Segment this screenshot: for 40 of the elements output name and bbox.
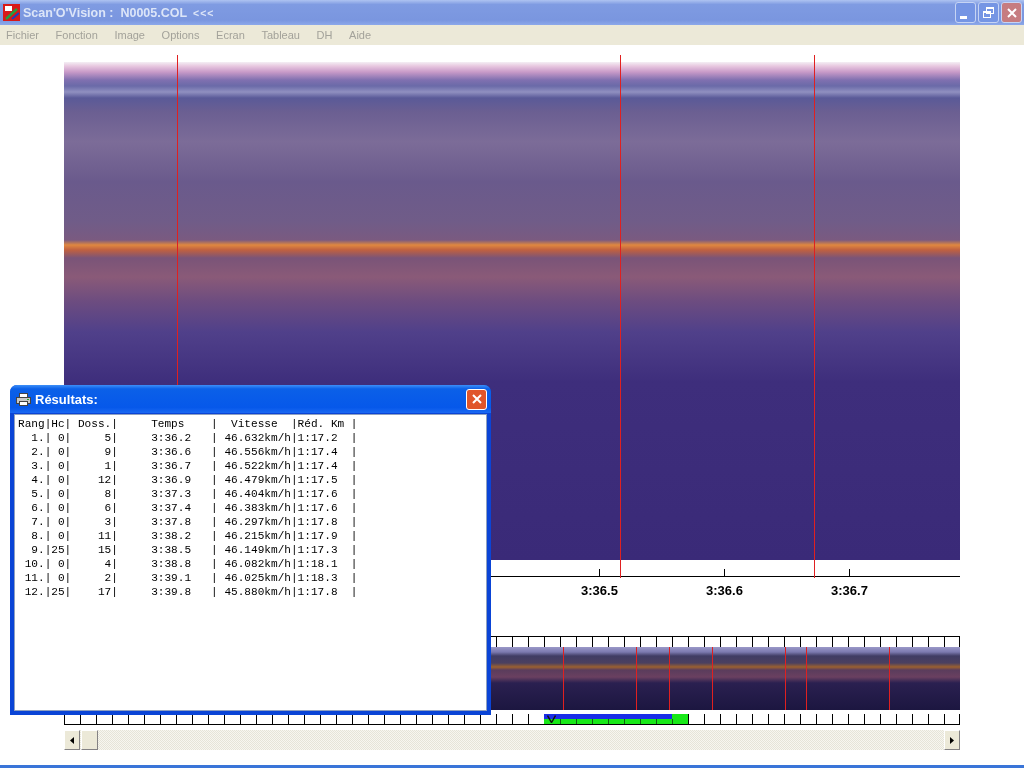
result-line: 12.|25| 17| 3:39.8 | 45.880km/h|1:17.8 | <box>23 585 358 599</box>
time-label: 3:36.6 <box>706 583 743 598</box>
result-line: 3.| 0| 1| 3:36.7 | 46.522km/h|1:17.4 | <box>30 459 358 473</box>
printer-icon <box>16 392 31 406</box>
result-line: 1.| 0| 5| 3:36.2 | 46.632km/h|1:17.2 | <box>30 431 358 445</box>
scroll-right-button[interactable] <box>944 730 960 750</box>
scroll-thumb[interactable] <box>81 730 98 750</box>
close-icon <box>471 394 482 404</box>
marker-line <box>806 647 807 710</box>
result-line: 2.| 0| 9| 3:36.6 | 46.556km/h|1:17.4 | <box>30 445 358 459</box>
restore-icon <box>983 7 994 18</box>
time-label: 3:36.5 <box>581 583 618 598</box>
marker-line <box>785 647 786 710</box>
scroll-left-button[interactable] <box>64 730 80 750</box>
column-header-line: Rang|Hc| Doss.| Temps | Vitesse |Réd. Km | <box>18 417 358 431</box>
result-line: 9.|25| 15| 3:38.5 | 46.149km/h|1:17.3 | <box>30 543 358 557</box>
chevron-down-icon <box>547 715 556 723</box>
marker-line <box>669 647 670 710</box>
result-line: 7.| 0| 3| 3:37.8 | 46.297km/h|1:17.8 | <box>30 515 358 529</box>
marker-line <box>636 647 637 710</box>
result-line: 11.| 0| 2| 3:39.1 | 46.025km/h|1:18.3 | <box>23 571 358 585</box>
marker-line <box>563 647 564 710</box>
horizontal-scrollbar[interactable] <box>64 730 960 750</box>
window-title: Scan'O'Vision : N0005.COL <box>23 5 188 20</box>
window-title: Résultats: <box>35 391 98 407</box>
arrow-right-icon <box>950 736 954 744</box>
app-icon <box>3 4 20 21</box>
close-icon <box>1006 7 1017 18</box>
time-label: 3:36.7 <box>831 583 868 598</box>
title-marker: <<< <box>193 6 215 19</box>
marker-line <box>889 647 890 710</box>
result-line: 8.| 0| 11| 3:38.2 | 46.215km/h|1:17.9 | <box>30 529 358 543</box>
result-line: 5.| 0| 8| 3:37.3 | 46.404km/h|1:17.6 | <box>30 487 358 501</box>
result-line: 6.| 0| 6| 3:37.4 | 46.383km/h|1:17.6 | <box>30 501 358 515</box>
result-line: 10.| 0| 4| 3:38.8 | 46.082km/h|1:18.1 | <box>23 557 358 571</box>
minimize-icon <box>960 15 967 19</box>
result-line: 4.| 0| 12| 3:36.9 | 46.479km/h|1:17.5 | <box>30 473 358 487</box>
marker-line <box>712 647 713 710</box>
selection-range-bar[interactable] <box>544 714 688 724</box>
arrow-left-icon <box>70 736 74 744</box>
